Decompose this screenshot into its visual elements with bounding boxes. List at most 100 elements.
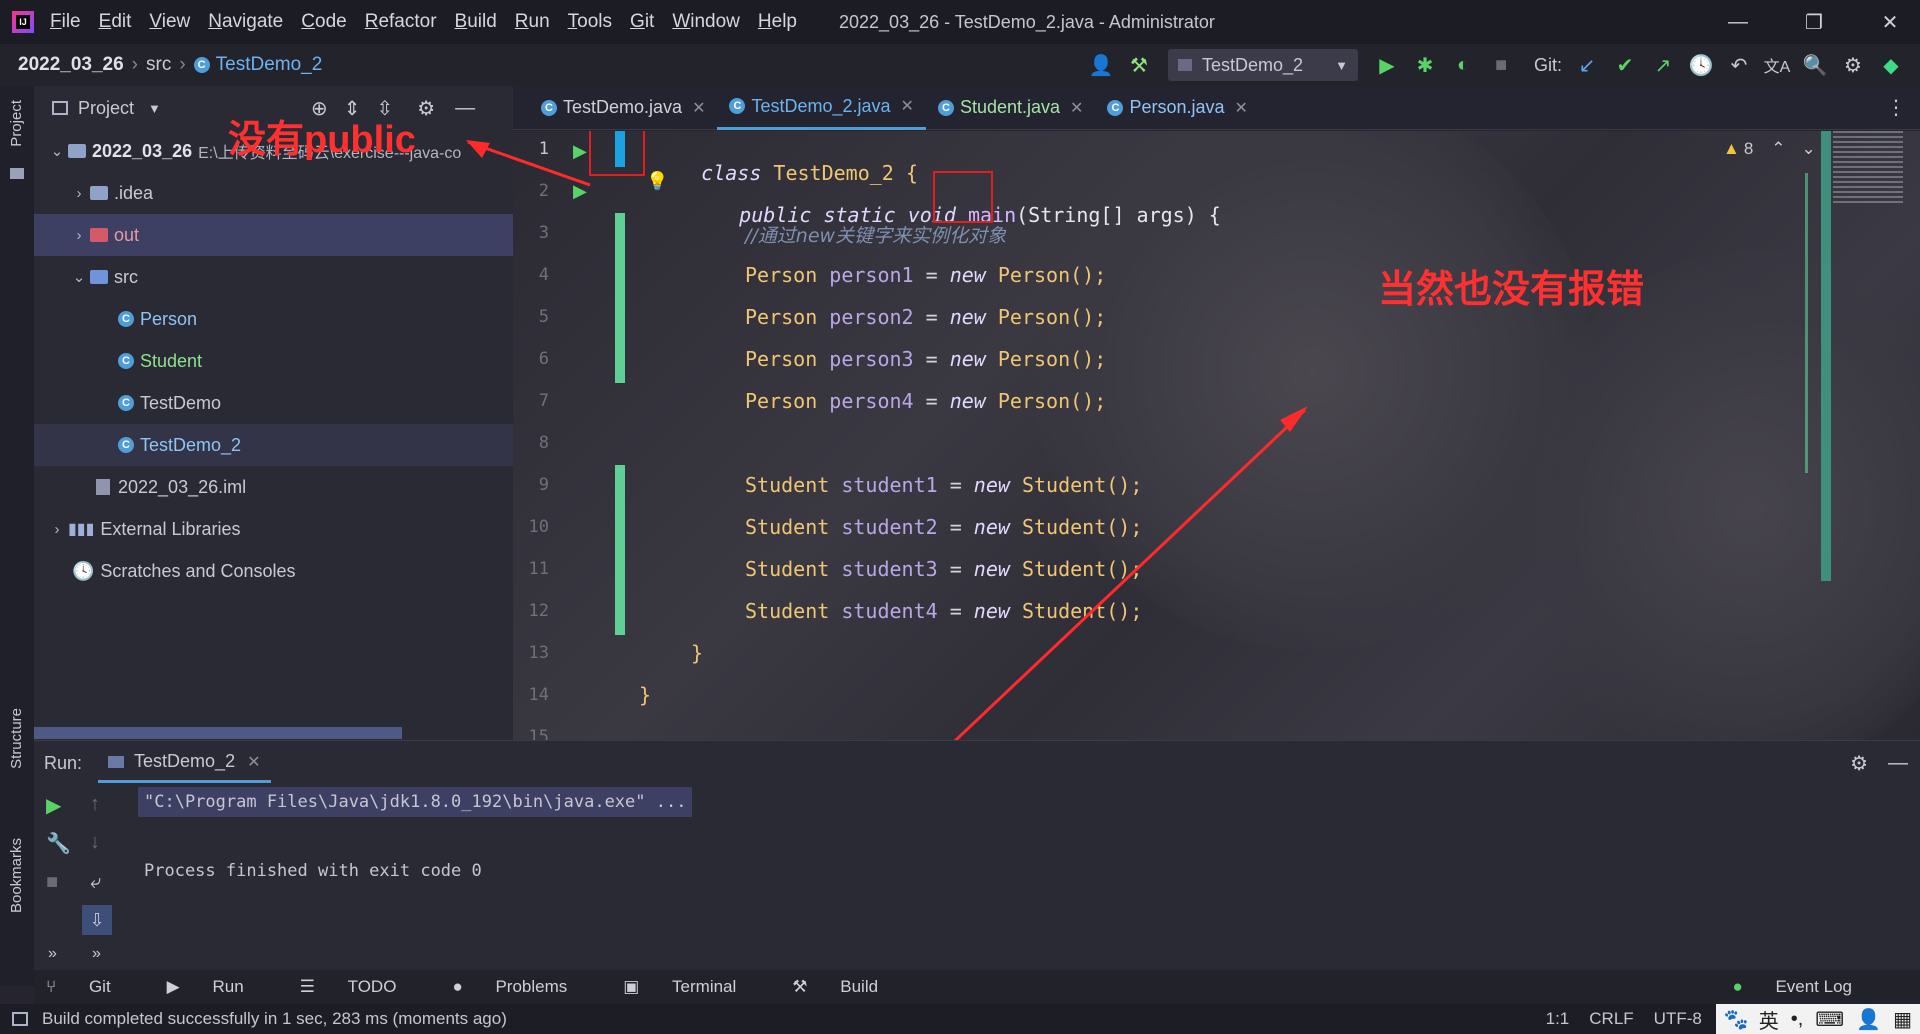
tree-item-scratches[interactable]: 🕓 Scratches and Consoles [34,550,513,592]
problems-tool-button[interactable]: ● Problems [452,977,595,997]
tree-item-testdemo2[interactable]: C TestDemo_2 [34,424,513,466]
menu-refactor[interactable]: Refactor [365,11,437,33]
hide-panel-icon[interactable]: — [1888,752,1908,775]
menu-run[interactable]: Run [515,11,550,33]
close-tab-icon[interactable]: ✕ [1235,98,1248,118]
menu-view[interactable]: View [149,11,190,33]
scroll-down-icon[interactable]: ↓ [90,831,100,854]
build-hammer-icon[interactable]: ⚒ [1124,50,1154,80]
menu-window[interactable]: Window [672,11,740,33]
chevron-right-icon[interactable]: › [46,521,68,538]
run-config-dropdown[interactable]: TestDemo_2 ▼ [1167,49,1358,81]
breadcrumb-src[interactable]: src [146,54,171,76]
stop-icon[interactable]: ■ [46,871,58,894]
git-update-icon[interactable]: ↙ [1572,50,1602,80]
tab-testdemo2[interactable]: C TestDemo_2.java ✕ [717,86,926,130]
translate-icon[interactable]: 文A [1762,50,1792,80]
run-gutter-icon[interactable]: ▶ [573,181,587,202]
minimize-button[interactable]: — [1708,11,1768,34]
panel-settings-gear-icon[interactable]: ⚙ [417,96,435,121]
close-tab-icon[interactable]: ✕ [901,96,914,116]
menu-tools[interactable]: Tools [568,11,612,33]
vertical-scrollbar[interactable] [1821,131,1831,581]
jetbrains-toolbox-icon[interactable]: ◆ [1876,50,1906,80]
breadcrumb-project[interactable]: 2022_03_26 [18,54,124,76]
user-icon[interactable]: 👤 [1856,1007,1881,1032]
more-tabs-icon[interactable]: ⋮ [1886,95,1906,120]
run-tab[interactable]: TestDemo_2 ✕ [98,743,271,783]
menu-help[interactable]: Help [758,11,797,33]
tree-item-testdemo[interactable]: C TestDemo [34,382,513,424]
menu-git[interactable]: Git [630,11,654,33]
code-editor[interactable]: 1 2 3 4 5 6 7 8 9 10 11 12 13 14 15 ▶ ▶ … [513,131,1920,740]
chevron-right-icon[interactable]: › [68,185,90,202]
rerun-icon[interactable]: ▶ [46,793,61,818]
git-push-icon[interactable]: ↗ [1648,50,1678,80]
hide-panel-icon[interactable]: — [455,97,475,120]
status-panel-icon[interactable] [12,1012,28,1026]
punctuation-icon[interactable]: •, [1791,1008,1804,1031]
stop-icon[interactable]: ■ [1486,50,1516,80]
horizontal-scrollbar[interactable] [34,727,402,739]
restore-button[interactable]: ❐ [1784,10,1844,35]
project-tool-tab[interactable]: Project [8,100,25,147]
history-icon[interactable]: 🕓 [1686,50,1716,80]
status-message[interactable]: Build completed successfully in 1 sec, 2… [42,1009,507,1029]
more-actions-icon[interactable]: » [92,945,101,963]
search-icon[interactable]: 🔍 [1800,50,1830,80]
chevron-down-icon[interactable]: ▼ [148,101,161,116]
line-separator[interactable]: CRLF [1589,1009,1633,1029]
paw-icon[interactable]: 🐾 [1724,1007,1749,1032]
tree-item-external-libraries[interactable]: › ▮▮▮ External Libraries [34,508,513,550]
tab-student[interactable]: C Student.java ✕ [926,86,1095,130]
todo-tool-button[interactable]: ☰ TODO [300,977,425,997]
more-actions-icon[interactable]: » [48,945,57,963]
scroll-up-icon[interactable]: ↑ [90,793,100,816]
chevron-up-icon[interactable]: ⌃ [1771,139,1785,159]
run-tool-button[interactable]: ▶ Run [167,977,272,997]
chevron-down-icon[interactable]: ⌄ [46,142,68,160]
menu-navigate[interactable]: Navigate [208,11,283,33]
git-commit-icon[interactable]: ✔ [1610,50,1640,80]
rollback-icon[interactable]: ↶ [1724,50,1754,80]
debug-icon[interactable]: ✱ [1410,50,1440,80]
event-log-button[interactable]: ● Event Log [1732,977,1880,997]
git-tool-button[interactable]: ⑂ Git [46,977,139,997]
bookmarks-tool-tab[interactable]: Bookmarks [8,838,25,913]
tree-item-src[interactable]: ⌄ src [34,256,513,298]
tree-item-person[interactable]: C Person [34,298,513,340]
close-tab-icon[interactable]: ✕ [1070,98,1083,118]
terminal-tool-button[interactable]: ▣ Terminal [623,977,764,997]
tab-testdemo[interactable]: C TestDemo.java ✕ [529,86,717,130]
settings-gear-icon[interactable]: ⚙ [1838,50,1868,80]
soft-wrap-icon[interactable]: ⤶ [90,871,101,894]
chevron-right-icon[interactable]: › [68,227,90,244]
code-minimap[interactable] [1833,131,1903,203]
tree-item-iml[interactable]: 2022_03_26.iml [34,466,513,508]
menu-edit[interactable]: Edit [99,11,132,33]
coverage-icon[interactable]: ◐ [1448,50,1478,80]
ime-language[interactable]: 英 [1759,1005,1779,1034]
menu-build[interactable]: Build [455,11,497,33]
tree-item-student[interactable]: C Student [34,340,513,382]
tree-item-idea[interactable]: › .idea [34,172,513,214]
run-gutter-icon[interactable]: ▶ [573,141,587,162]
run-icon[interactable]: ▶ [1372,50,1402,80]
chevron-down-icon[interactable]: ⌄ [1802,139,1816,159]
menu-file[interactable]: File [50,11,81,33]
scroll-to-end-icon[interactable]: ⇩ [82,905,112,935]
build-tool-button[interactable]: ⚒ Build [792,977,906,997]
wrench-icon[interactable]: 🔧 [46,831,71,856]
project-panel-title[interactable]: Project [78,98,134,119]
menu-code[interactable]: Code [301,11,346,33]
close-tab-icon[interactable]: ✕ [247,752,260,772]
caret-position[interactable]: 1:1 [1546,1009,1570,1029]
chevron-down-icon[interactable]: ⌄ [68,268,90,286]
inspection-widget[interactable]: ▲ 8 ⌃ ⌄ [1723,139,1816,159]
tree-item-out[interactable]: › out [34,214,513,256]
close-tab-icon[interactable]: ✕ [692,98,705,118]
settings-gear-icon[interactable]: ⚙ [1850,751,1868,776]
file-encoding[interactable]: UTF-8 [1654,1009,1702,1029]
structure-tool-tab[interactable]: Structure [8,708,25,769]
user-icon[interactable]: 👤 [1086,50,1116,80]
